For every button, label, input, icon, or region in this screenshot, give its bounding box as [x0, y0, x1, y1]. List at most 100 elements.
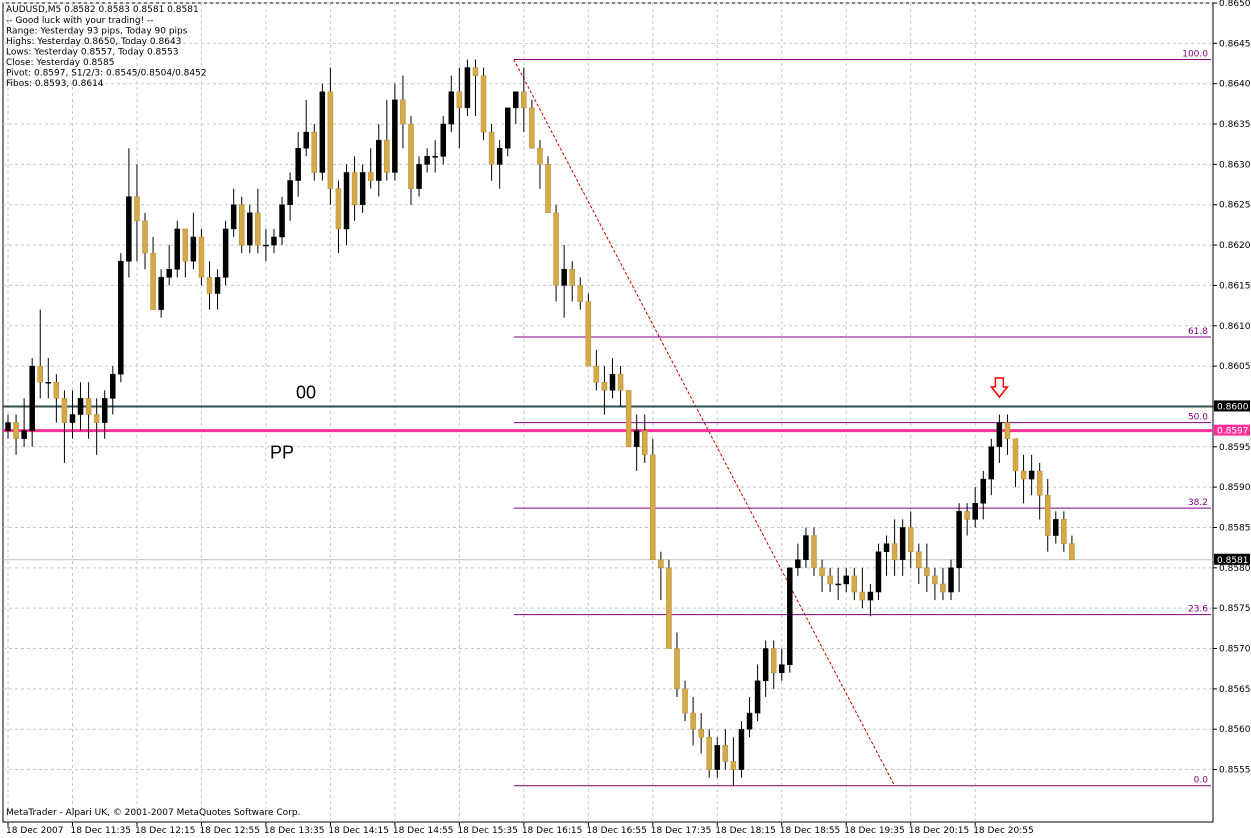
candle: [5, 414, 11, 439]
candle: [698, 713, 704, 754]
symbol-quote: AUDUSD,M5 0.8582 0.8583 0.8581 0.8581: [6, 5, 199, 15]
time-tick-label: 18 Dec 18:15: [715, 826, 776, 836]
candle-body: [658, 559, 664, 569]
candle-body: [577, 285, 584, 302]
candle-body: [907, 527, 914, 552]
candle: [779, 648, 785, 681]
candle-body: [803, 535, 809, 561]
candle-body: [779, 664, 785, 673]
candle-body: [746, 712, 753, 730]
candle-body: [899, 527, 906, 561]
candle-body: [891, 543, 898, 561]
candle-body: [569, 269, 575, 286]
candle-body: [988, 446, 995, 480]
candle-body: [545, 164, 551, 214]
time-tick-label: 18 Dec 16:55: [586, 826, 647, 836]
time-tick-label: 18 Dec 14:55: [393, 826, 454, 836]
candle-body: [29, 365, 35, 431]
candle: [45, 358, 52, 399]
candle-body: [263, 244, 269, 247]
candle-body: [101, 398, 108, 423]
candle-body: [795, 559, 801, 569]
time-tick-label: 18 Dec 16:15: [522, 826, 583, 836]
pivot-price-tag: 0.8597: [1214, 424, 1250, 437]
candle: [496, 140, 503, 189]
candle-body: [480, 75, 487, 133]
price-chart[interactable]: 100.061.850.038.223.60.0 00PP 0.86500.86…: [0, 0, 1251, 838]
candle-body: [343, 172, 350, 230]
candle: [327, 67, 334, 205]
candle-body: [416, 164, 422, 189]
candle: [126, 148, 132, 278]
candle: [158, 269, 164, 318]
candle-body: [787, 567, 793, 665]
candle-body: [698, 728, 704, 738]
candle-body: [61, 398, 68, 423]
price-tag-text: 0.8597: [1217, 427, 1249, 437]
candle: [142, 212, 148, 270]
candle-body: [142, 220, 148, 254]
time-tick-label: 18 Dec 18:55: [780, 826, 841, 836]
candle: [335, 180, 342, 254]
chart-grid: [2, 2, 1214, 823]
candle: [803, 527, 809, 568]
candle: [569, 261, 575, 302]
candle-body: [980, 478, 987, 504]
time-tick-label: 18 Dec 15:35: [457, 826, 518, 836]
candle-body: [964, 511, 970, 520]
candle-body: [319, 91, 326, 173]
candle-body: [408, 123, 414, 189]
time-tick-label: 18 Dec 19:35: [844, 826, 905, 836]
candle: [770, 640, 777, 689]
candle: [553, 204, 559, 302]
candle-body: [617, 373, 624, 391]
candle: [271, 228, 277, 254]
time-tick-label: 18 Dec 20:15: [909, 826, 970, 836]
candle-body: [440, 123, 446, 157]
candle: [521, 67, 527, 133]
candle: [343, 164, 350, 246]
candle: [150, 237, 156, 310]
candle-body: [843, 575, 849, 585]
fib-level-label: 61.8: [1188, 327, 1208, 337]
candle: [811, 527, 817, 576]
candle: [263, 228, 269, 262]
pivot-label: PP: [270, 443, 294, 463]
candle-body: [327, 91, 334, 189]
candle-body: [37, 365, 43, 383]
candle-body: [110, 373, 116, 399]
candle: [738, 721, 745, 778]
candle-body: [166, 269, 172, 278]
time-tick-label: 18 Dec 13:35: [264, 826, 325, 836]
candle-body: [641, 430, 648, 456]
price-tick-label: 0.8615: [1219, 281, 1251, 291]
candle-body: [867, 591, 874, 601]
candle: [255, 188, 261, 254]
candle: [641, 414, 648, 463]
candle: [545, 156, 551, 214]
candle: [174, 220, 181, 278]
candle-body: [851, 575, 858, 593]
candle-body: [504, 107, 511, 149]
candle-body: [359, 172, 366, 205]
info-line: Pivot: 0.8597, S1/2/3: 0.8545/0.8504/0.8…: [6, 69, 207, 79]
candle-body: [1036, 470, 1043, 496]
candle: [1012, 438, 1019, 488]
price-tick-label: 0.8585: [1219, 523, 1251, 533]
candle-body: [93, 414, 100, 423]
candle: [859, 567, 866, 609]
time-tick-label: 18 Dec 12:55: [199, 826, 260, 836]
candle: [198, 228, 205, 286]
candle: [593, 349, 600, 391]
candle: [827, 567, 833, 593]
candle-body: [529, 107, 535, 149]
round-number-label: 00: [296, 382, 316, 402]
candle-body: [464, 67, 471, 109]
fib-level-label: 0.0: [1194, 776, 1209, 786]
fib-level-label: 23.6: [1188, 605, 1208, 615]
price-axis: 0.8650 0.8645 0.8640 0.8635 0.8630 0.8625 0.86…: [1213, 0, 1251, 776]
price-tick-label: 0.8590: [1219, 483, 1251, 493]
candle: [238, 196, 245, 254]
candle: [513, 91, 519, 125]
candle: [666, 559, 672, 649]
